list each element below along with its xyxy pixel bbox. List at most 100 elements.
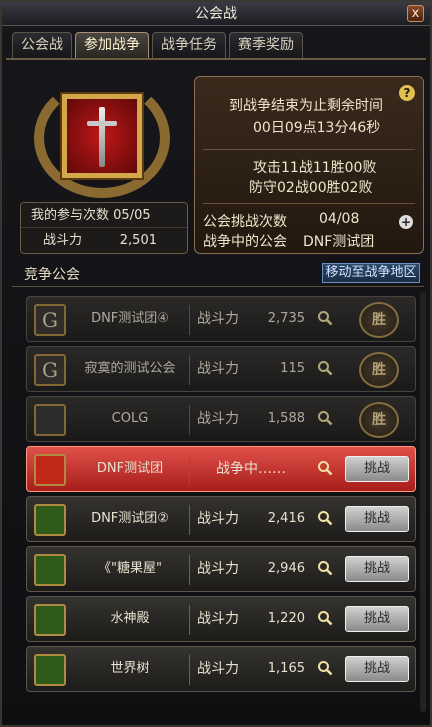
row-separator xyxy=(189,355,190,385)
search-icon[interactable] xyxy=(317,660,333,676)
guild-name: DNF测试团② xyxy=(91,511,169,526)
list-divider xyxy=(12,286,424,287)
row-separator xyxy=(189,605,190,635)
challenge-button[interactable]: 挑战 xyxy=(345,656,409,682)
guild-name: DNF测试团④ xyxy=(91,311,169,326)
guild-power-value: 2,735 xyxy=(267,311,305,326)
guild-name: 水神殿 xyxy=(110,611,150,626)
victory-badge-icon: 胜 xyxy=(359,302,399,338)
at-war-label: 战争中的公会 xyxy=(203,234,287,250)
guild-power-label: 战斗力 xyxy=(197,511,239,527)
guild-power-value: 1,165 xyxy=(267,661,305,676)
guild-name: COLG xyxy=(111,411,149,426)
challenge-count-label: 公会挑战次数 xyxy=(203,214,287,230)
guild-power-label: 战斗力 xyxy=(197,611,239,627)
my-power-row: 战斗力 2,501 xyxy=(21,228,187,253)
guild-power-label: 战斗力 xyxy=(197,411,239,427)
tab-guild-war[interactable]: 公会战 xyxy=(12,32,72,58)
add-challenge-icon[interactable]: + xyxy=(399,215,413,229)
search-icon[interactable] xyxy=(317,310,333,326)
guild-power-label: 战斗力 xyxy=(197,361,239,377)
help-icon[interactable]: ? xyxy=(399,85,415,101)
guild-emblem xyxy=(16,70,188,202)
shield-icon xyxy=(62,94,142,178)
row-separator xyxy=(189,405,190,435)
search-icon[interactable] xyxy=(317,410,333,426)
challenge-button[interactable]: 挑战 xyxy=(345,556,409,582)
war-info-panel: ? 到战争结束为止剩余时间 00日09点13分46秒 攻击11战11胜00败 防… xyxy=(194,76,424,254)
tab-divider xyxy=(6,58,426,60)
tab-season-rewards[interactable]: 赛季奖励 xyxy=(229,32,303,58)
window-title: 公会战 xyxy=(195,6,237,22)
search-icon[interactable] xyxy=(317,610,333,626)
defense-record: 防守02战00胜02败 xyxy=(249,180,373,196)
tab-war-missions[interactable]: 战争任务 xyxy=(152,32,226,58)
search-icon[interactable] xyxy=(317,560,333,576)
guild-power-label: 战斗力 xyxy=(197,561,239,577)
info-divider xyxy=(203,149,415,150)
scrollbar[interactable] xyxy=(420,292,426,712)
at-war-guild: DNF测试团 xyxy=(303,234,375,250)
row-separator xyxy=(189,655,190,685)
info-divider xyxy=(203,203,415,204)
participation-label: 我的参与次数 xyxy=(31,208,110,223)
guild-emblem-icon xyxy=(34,454,66,486)
guild-row[interactable]: 水神殿 战斗力 1,220 挑战 xyxy=(26,596,416,642)
guild-name: 世界树 xyxy=(110,661,150,676)
guild-emblem-icon xyxy=(34,404,66,436)
guild-emblem-icon xyxy=(34,504,66,536)
attack-record: 攻击11战11胜00败 xyxy=(253,160,377,176)
close-icon[interactable]: x xyxy=(407,5,424,22)
challenge-button[interactable]: 挑战 xyxy=(345,456,409,482)
countdown-value: 00日09点13分46秒 xyxy=(253,120,381,136)
victory-badge-icon: 胜 xyxy=(359,402,399,438)
countdown-title: 到战争结束为止剩余时间 xyxy=(229,98,383,114)
my-stats-panel: 我的参与次数 05/05 战斗力 2,501 xyxy=(20,202,188,254)
row-separator xyxy=(189,555,190,585)
guild-row[interactable]: 世界树 战斗力 1,165 挑战 xyxy=(26,646,416,692)
search-icon[interactable] xyxy=(317,510,333,526)
guild-war-window: 公会战 x 公会战 参加战争 战争任务 赛季奖励 我的参与次数 05/05 战斗… xyxy=(0,0,432,727)
challenge-button[interactable]: 挑战 xyxy=(345,506,409,532)
guild-emblem-icon: G xyxy=(34,354,66,386)
guild-power-label: 战斗力 xyxy=(197,661,239,677)
participation-row: 我的参与次数 05/05 xyxy=(21,203,187,228)
my-power-value: 2,501 xyxy=(119,233,157,248)
guild-emblem-icon: G xyxy=(34,304,66,336)
victory-badge-icon: 胜 xyxy=(359,352,399,388)
guild-name: DNF测试团 xyxy=(96,461,164,476)
guild-emblem-icon xyxy=(34,554,66,586)
guild-power-value: 2,946 xyxy=(267,561,305,576)
guild-row[interactable]: COLG 战斗力 1,588 胜 xyxy=(26,396,416,442)
guild-name: 寂寞的测试公会 xyxy=(84,361,176,376)
challenge-button[interactable]: 挑战 xyxy=(345,606,409,632)
row-separator xyxy=(189,455,190,485)
sword-guard-icon xyxy=(87,121,117,126)
guild-row[interactable]: G 寂寞的测试公会 战斗力 115 胜 xyxy=(26,346,416,392)
challenge-count-value: 04/08 xyxy=(319,211,360,227)
guild-row[interactable]: G DNF测试团④ 战斗力 2,735 胜 xyxy=(26,296,416,342)
move-to-war-zone-button[interactable]: 移动至战争地区 xyxy=(322,263,420,283)
competing-guilds-label: 竞争公会 xyxy=(24,267,80,283)
guild-name: 《"糖果屋" xyxy=(98,561,162,576)
guild-power-value: 1,588 xyxy=(267,411,305,426)
guild-row[interactable]: 《"糖果屋" 战斗力 2,946 挑战 xyxy=(26,546,416,592)
row-separator xyxy=(189,505,190,535)
guild-power-value: 1,220 xyxy=(267,611,305,626)
window-title-bar[interactable]: 公会战 x xyxy=(2,2,430,26)
tab-bar: 公会战 参加战争 战争任务 赛季奖励 xyxy=(12,32,303,58)
guild-war-status: 战争中…… xyxy=(216,461,286,477)
guild-row[interactable]: DNF测试团② 战斗力 2,416 挑战 xyxy=(26,496,416,542)
guild-power-label: 战斗力 xyxy=(197,311,239,327)
guild-row[interactable]: DNF测试团 战争中…… 挑战 xyxy=(26,446,416,492)
search-icon[interactable] xyxy=(317,460,333,476)
search-icon[interactable] xyxy=(317,360,333,376)
row-separator xyxy=(189,305,190,335)
guild-power-value: 2,416 xyxy=(267,511,305,526)
sword-icon xyxy=(99,107,105,167)
tab-join-war[interactable]: 参加战争 xyxy=(75,32,149,58)
my-power-label: 战斗力 xyxy=(43,233,83,248)
participation-value: 05/05 xyxy=(113,208,151,223)
guild-emblem-icon xyxy=(34,654,66,686)
guild-emblem-icon xyxy=(34,604,66,636)
